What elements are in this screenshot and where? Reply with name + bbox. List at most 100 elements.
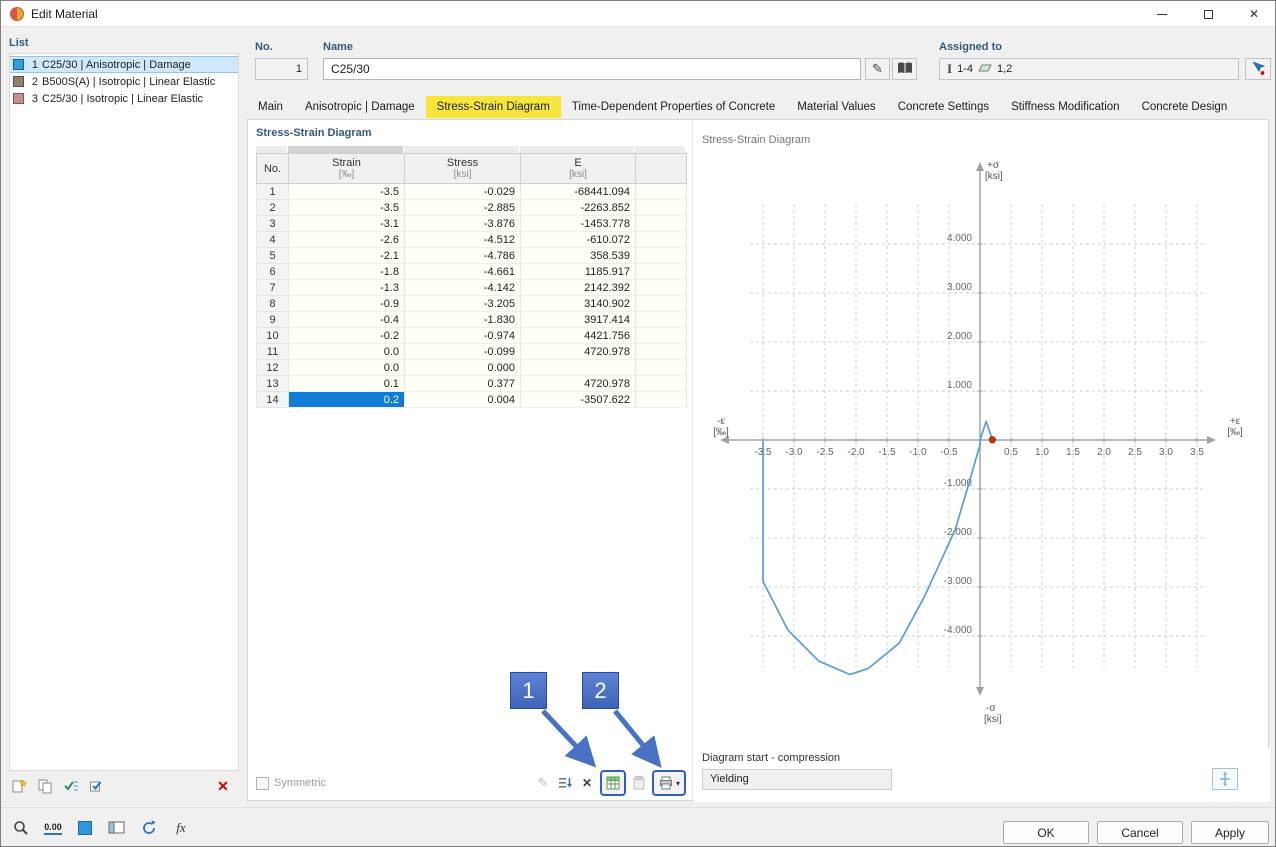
table-cell[interactable]: 2142.392 xyxy=(521,280,636,296)
edit-values-button[interactable]: ✎ xyxy=(534,772,552,794)
deselect-all-button[interactable] xyxy=(87,776,107,796)
formula-button[interactable]: fx xyxy=(169,816,193,840)
table-cell[interactable] xyxy=(636,360,687,376)
table-import-button[interactable] xyxy=(600,770,626,796)
table-cell[interactable]: -0.974 xyxy=(405,328,521,344)
close-button[interactable]: ✕ xyxy=(1231,1,1276,27)
table-cell[interactable]: -1.830 xyxy=(405,312,521,328)
table-cell[interactable]: 0.0 xyxy=(289,344,405,360)
table-cell[interactable]: -2263.852 xyxy=(521,200,636,216)
table-cell[interactable] xyxy=(636,312,687,328)
table-export-dropdown-button[interactable]: ▾ xyxy=(652,770,686,796)
table-cell[interactable] xyxy=(636,200,687,216)
material-list-item[interactable]: 3C25/30 | Isotropic | Linear Elastic xyxy=(10,90,238,107)
tab-material-values[interactable]: Material Values xyxy=(786,96,886,118)
table-cell[interactable]: -3.205 xyxy=(405,296,521,312)
table-cell[interactable] xyxy=(636,248,687,264)
select-all-button[interactable] xyxy=(61,776,81,796)
table-cell[interactable]: 4421.756 xyxy=(521,328,636,344)
table-cell[interactable] xyxy=(636,232,687,248)
table-cell[interactable]: 0.1 xyxy=(289,376,405,392)
titlebar[interactable]: Edit Material ✕ xyxy=(1,1,1275,27)
table-cell[interactable]: 1185.917 xyxy=(521,264,636,280)
diagram-axis-button[interactable] xyxy=(1212,768,1238,790)
table-cell[interactable]: -0.029 xyxy=(405,184,521,200)
table-cell[interactable]: 0.377 xyxy=(405,376,521,392)
table-cell[interactable]: 9 xyxy=(257,312,289,328)
tab-main[interactable]: Main xyxy=(247,96,294,118)
symmetric-checkbox[interactable]: Symmetric xyxy=(256,777,326,790)
table-cell[interactable] xyxy=(636,392,687,408)
table-cell[interactable] xyxy=(636,184,687,200)
paste-table-button[interactable] xyxy=(630,772,648,794)
tab-anisotropic-damage[interactable]: Anisotropic | Damage xyxy=(294,96,426,118)
material-list[interactable]: 1C25/30 | Anisotropic | Damage2B500S(A) … xyxy=(9,53,239,771)
column-header[interactable]: E[ksi] xyxy=(521,154,636,184)
diagram-start-select[interactable]: Yielding xyxy=(702,769,892,790)
delete-material-button[interactable]: ✕ xyxy=(213,776,233,796)
table-cell[interactable]: -1453.778 xyxy=(521,216,636,232)
table-cell[interactable]: 8 xyxy=(257,296,289,312)
table-cell[interactable] xyxy=(521,360,636,376)
table-cell[interactable]: -3.876 xyxy=(405,216,521,232)
table-cell[interactable]: 1 xyxy=(257,184,289,200)
table-cell[interactable]: -0.4 xyxy=(289,312,405,328)
column-header[interactable]: No. xyxy=(257,154,289,184)
table-cell[interactable]: -4.786 xyxy=(405,248,521,264)
display-color-button[interactable] xyxy=(73,816,97,840)
table-cell[interactable]: 3917.414 xyxy=(521,312,636,328)
tab-stress-strain-diagram[interactable]: Stress-Strain Diagram xyxy=(426,96,561,118)
select-objects-button[interactable] xyxy=(1245,58,1271,80)
sort-rows-button[interactable] xyxy=(556,772,574,794)
material-list-item[interactable]: 1C25/30 | Anisotropic | Damage xyxy=(10,56,238,73)
table-cell[interactable]: 2 xyxy=(257,200,289,216)
find-button[interactable] xyxy=(9,816,33,840)
table-cell[interactable]: -68441.094 xyxy=(521,184,636,200)
table-cell[interactable]: 4720.978 xyxy=(521,376,636,392)
table-cell[interactable]: -0.9 xyxy=(289,296,405,312)
delete-rows-button[interactable]: ✕ xyxy=(578,772,596,794)
table-cell[interactable] xyxy=(636,296,687,312)
decimal-places-button[interactable]: 0.00 xyxy=(41,816,65,840)
table-cell[interactable]: 13 xyxy=(257,376,289,392)
table-cell[interactable]: -4.142 xyxy=(405,280,521,296)
selected-cell[interactable]: 0.2 xyxy=(289,392,405,408)
stress-strain-table[interactable]: No.Strain[‰]Stress[ksi]E[ksi] 1-3.5-0.02… xyxy=(256,153,687,408)
table-cell[interactable] xyxy=(636,376,687,392)
table-cell[interactable]: -1.3 xyxy=(289,280,405,296)
table-cell[interactable]: -1.8 xyxy=(289,264,405,280)
tab-stiffness-modification[interactable]: Stiffness Modification xyxy=(1000,96,1130,118)
ok-button[interactable]: OK xyxy=(1003,821,1089,844)
refresh-button[interactable] xyxy=(137,816,161,840)
table-cell[interactable]: 4 xyxy=(257,232,289,248)
table-cell[interactable] xyxy=(636,216,687,232)
table-cell[interactable]: 0.004 xyxy=(405,392,521,408)
minimize-button[interactable] xyxy=(1139,1,1185,27)
apply-button[interactable]: Apply xyxy=(1191,821,1269,844)
table-cell[interactable]: 11 xyxy=(257,344,289,360)
table-cell[interactable] xyxy=(636,264,687,280)
table-cell[interactable]: 0.000 xyxy=(405,360,521,376)
material-name-input[interactable]: C25/30 xyxy=(323,58,861,80)
table-cell[interactable] xyxy=(636,280,687,296)
maximize-button[interactable] xyxy=(1185,1,1231,27)
table-cell[interactable]: 358.539 xyxy=(521,248,636,264)
tab-concrete-design[interactable]: Concrete Design xyxy=(1131,96,1239,118)
table-cell[interactable]: -4.512 xyxy=(405,232,521,248)
table-cell[interactable] xyxy=(636,328,687,344)
edit-name-button[interactable]: ✎ xyxy=(865,58,890,80)
table-cell[interactable]: -2.1 xyxy=(289,248,405,264)
table-cell[interactable]: -3507.622 xyxy=(521,392,636,408)
table-cell[interactable]: -0.2 xyxy=(289,328,405,344)
material-list-item[interactable]: 2B500S(A) | Isotropic | Linear Elastic xyxy=(10,73,238,90)
table-cell[interactable]: 0.0 xyxy=(289,360,405,376)
table-cell[interactable]: 7 xyxy=(257,280,289,296)
column-header[interactable]: Strain[‰] xyxy=(289,154,405,184)
table-cell[interactable]: 5 xyxy=(257,248,289,264)
table-cell[interactable]: -3.5 xyxy=(289,200,405,216)
tab-time-dependent-properties-of-concrete[interactable]: Time-Dependent Properties of Concrete xyxy=(561,96,786,118)
table-column-strip[interactable] xyxy=(256,146,686,153)
table-cell[interactable]: -4.661 xyxy=(405,264,521,280)
table-cell[interactable]: -610.072 xyxy=(521,232,636,248)
material-library-button[interactable] xyxy=(892,58,917,80)
